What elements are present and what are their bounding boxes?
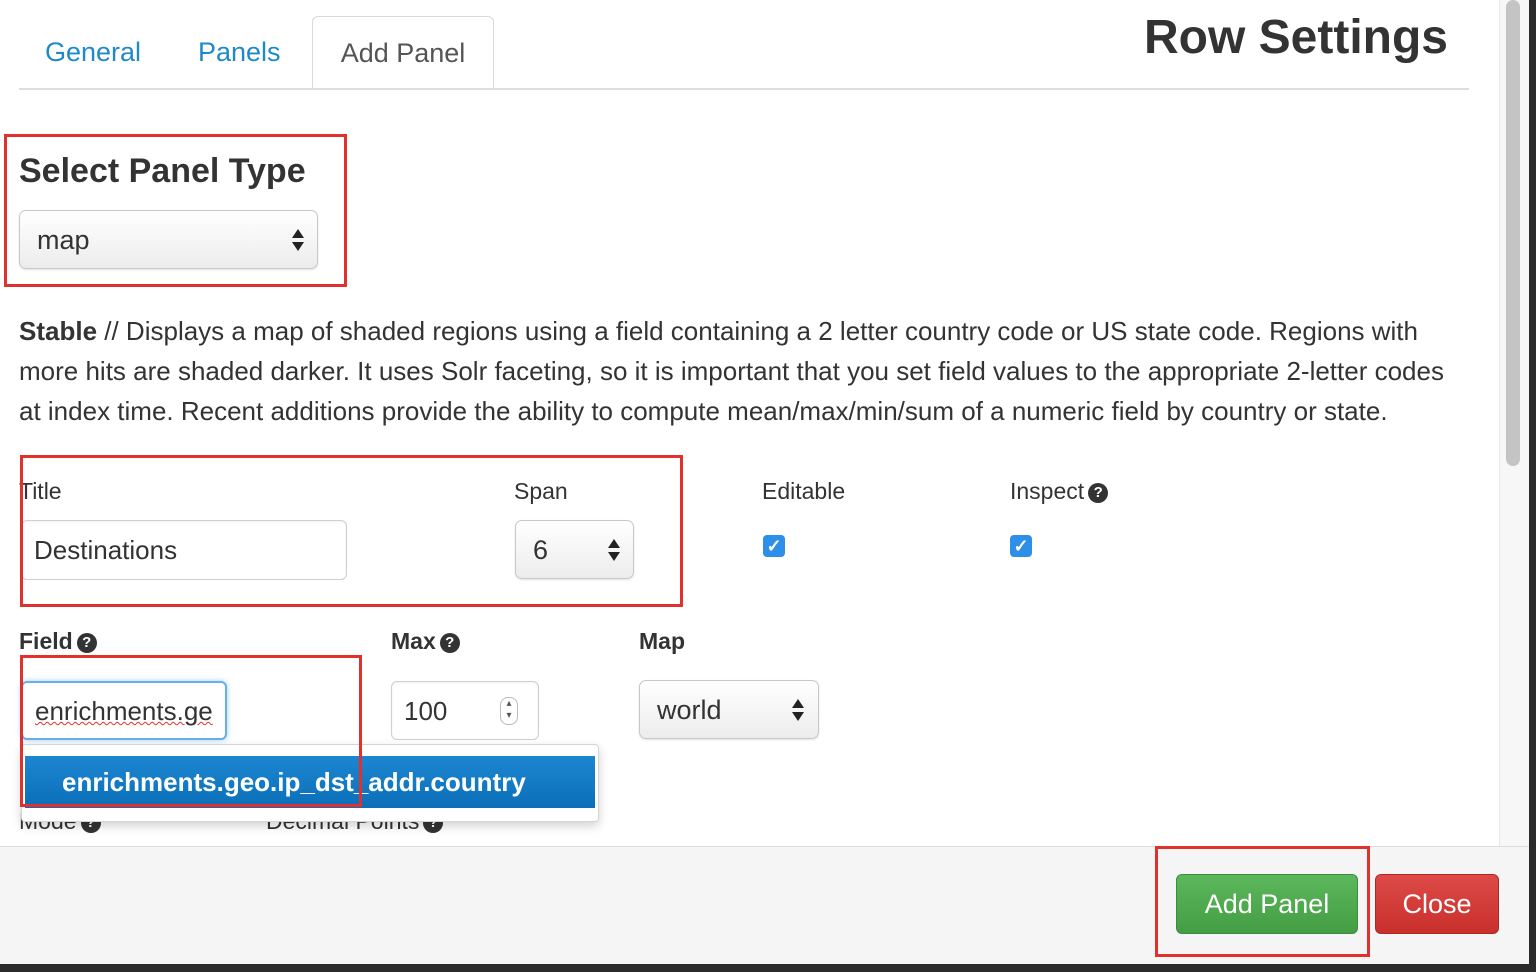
close-button[interactable]: Close <box>1375 874 1499 934</box>
highlight-title-span <box>20 455 683 607</box>
tab-divider <box>19 88 1469 90</box>
inspect-checkbox[interactable]: ✓ <box>1010 535 1032 557</box>
editable-label: Editable <box>762 478 846 504</box>
tab-panels[interactable]: Panels <box>198 16 281 89</box>
field-label: Field? <box>19 628 97 655</box>
window-bottom-edge <box>0 964 1536 972</box>
number-spinner-icon[interactable]: ▴ ▾ <box>500 697 518 725</box>
max-label: Max? <box>391 628 460 655</box>
window-edge <box>1529 0 1536 972</box>
select-arrows-icon <box>792 699 806 721</box>
highlight-panel-type <box>4 134 347 287</box>
description-text: // Displays a map of shaded regions usin… <box>19 316 1444 426</box>
max-input[interactable]: 100 ▴ ▾ <box>391 681 539 740</box>
help-icon[interactable]: ? <box>439 633 460 653</box>
scrollbar-thumb[interactable] <box>1506 0 1520 466</box>
map-label: Map <box>639 628 685 654</box>
tab-add-panel[interactable]: Add Panel <box>312 16 494 89</box>
help-icon[interactable]: ? <box>76 633 97 653</box>
map-select[interactable]: world <box>639 680 819 739</box>
editable-checkbox[interactable]: ✓ <box>763 535 785 557</box>
modal-title: Row Settings <box>1143 11 1448 64</box>
tab-general[interactable]: General <box>45 16 141 89</box>
max-input-value: 100 <box>404 696 448 726</box>
highlight-add-button <box>1155 846 1370 957</box>
highlight-field <box>20 655 362 807</box>
help-icon[interactable]: ? <box>1088 483 1109 503</box>
panel-description: Stable // Displays a map of shaded regio… <box>19 311 1459 431</box>
map-value: world <box>657 695 722 725</box>
inspect-label: Inspect? <box>1010 478 1109 505</box>
stability-label: Stable <box>19 316 98 346</box>
